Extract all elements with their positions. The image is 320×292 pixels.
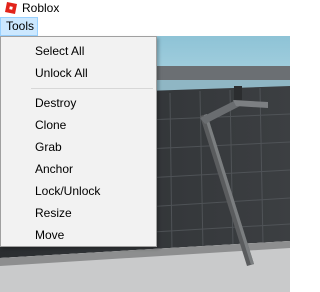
menu-tools[interactable]: Tools: [0, 17, 38, 36]
tools-dropdown-menu: Select All Unlock All Destroy Clone Grab…: [0, 36, 157, 247]
menu-bar: Tools: [0, 17, 290, 37]
menu-item-clone[interactable]: Clone: [2, 114, 155, 136]
menu-item-resize[interactable]: Resize: [2, 202, 155, 224]
menu-separator: [31, 88, 153, 89]
menu-item-move[interactable]: Move: [2, 224, 155, 246]
menu-item-unlock-all[interactable]: Unlock All: [2, 62, 155, 84]
menu-item-select-all[interactable]: Select All: [2, 40, 155, 62]
menu-item-grab[interactable]: Grab: [2, 136, 155, 158]
menu-item-destroy[interactable]: Destroy: [2, 92, 155, 114]
roblox-logo-icon: [5, 2, 17, 14]
menu-item-anchor[interactable]: Anchor: [2, 158, 155, 180]
menu-item-lock-unlock[interactable]: Lock/Unlock: [2, 180, 155, 202]
window-title: Roblox: [22, 1, 60, 15]
title-bar: Roblox: [0, 0, 290, 17]
